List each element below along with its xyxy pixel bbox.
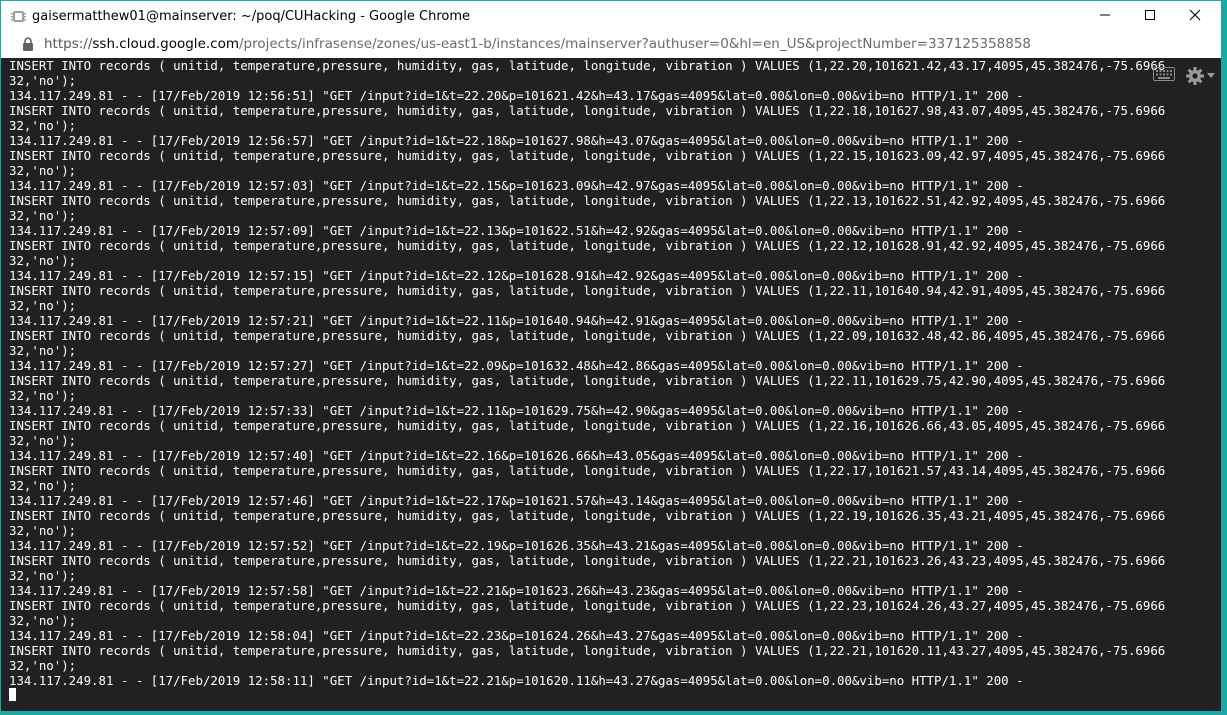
terminal-line: 134.117.249.81 - - [17/Feb/2019 12:57:15… xyxy=(9,268,1024,283)
terminal-line: 134.117.249.81 - - [17/Feb/2019 12:57:58… xyxy=(9,583,1024,598)
terminal-line: 32,'no'); xyxy=(9,73,77,88)
terminal-app-icon xyxy=(11,9,26,24)
terminal-line: 32,'no'); xyxy=(9,658,77,673)
terminal-line: 134.117.249.81 - - [17/Feb/2019 12:57:52… xyxy=(9,538,1024,553)
terminal-line: 134.117.249.81 - - [17/Feb/2019 12:57:33… xyxy=(9,403,1024,418)
terminal-line: 32,'no'); xyxy=(9,433,77,448)
browser-window: gaisermatthew01@mainserver: ~/poq/CUHack… xyxy=(0,0,1222,712)
url-path: /projects/infrasense/zones/us-east1-b/in… xyxy=(239,36,1032,52)
terminal-line: 134.117.249.81 - - [17/Feb/2019 12:56:57… xyxy=(9,133,1024,148)
terminal-line: 32,'no'); xyxy=(9,343,77,358)
terminal-line: 134.117.249.81 - - [17/Feb/2019 12:57:46… xyxy=(9,493,1024,508)
terminal-line: INSERT INTO records ( unitid, temperatur… xyxy=(9,373,1166,388)
window-title: gaisermatthew01@mainserver: ~/poq/CUHack… xyxy=(32,9,471,24)
terminal-line: 134.117.249.81 - - [17/Feb/2019 12:57:09… xyxy=(9,223,1024,238)
lock-icon[interactable] xyxy=(22,37,34,56)
url-scheme: https:// xyxy=(44,36,93,52)
terminal-line: 134.117.249.81 - - [17/Feb/2019 12:58:11… xyxy=(9,673,1024,688)
terminal-line: INSERT INTO records ( unitid, temperatur… xyxy=(9,148,1166,163)
close-icon xyxy=(1189,9,1201,25)
terminal-line: INSERT INTO records ( unitid, temperatur… xyxy=(9,643,1166,658)
terminal-line: 134.117.249.81 - - [17/Feb/2019 12:56:51… xyxy=(9,88,1024,103)
url-host: ssh.cloud.google.com xyxy=(92,36,239,52)
title-bar[interactable]: gaisermatthew01@mainserver: ~/poq/CUHack… xyxy=(1,1,1221,33)
terminal-line: INSERT INTO records ( unitid, temperatur… xyxy=(9,328,1166,343)
keyboard-icon[interactable] xyxy=(1153,66,1175,86)
terminal-output[interactable]: INSERT INTO records ( unitid, temperatur… xyxy=(1,58,1221,711)
terminal-line: 32,'no'); xyxy=(9,208,77,223)
terminal-line: INSERT INTO records ( unitid, temperatur… xyxy=(9,238,1166,253)
terminal-line: INSERT INTO records ( unitid, temperatur… xyxy=(9,553,1166,568)
terminal-line: INSERT INTO records ( unitid, temperatur… xyxy=(9,283,1166,298)
terminal-line: 32,'no'); xyxy=(9,298,77,313)
terminal-line: 32,'no'); xyxy=(9,253,77,268)
terminal-line: INSERT INTO records ( unitid, temperatur… xyxy=(9,103,1166,118)
terminal-line: 134.117.249.81 - - [17/Feb/2019 12:57:27… xyxy=(9,358,1024,373)
terminal-line: INSERT INTO records ( unitid, temperatur… xyxy=(9,598,1166,613)
terminal-line: 134.117.249.81 - - [17/Feb/2019 12:57:40… xyxy=(9,448,1024,463)
terminal-line: 32,'no'); xyxy=(9,118,77,133)
terminal-line: 32,'no'); xyxy=(9,163,77,178)
terminal-toolbar xyxy=(1153,66,1215,86)
address-bar[interactable]: https://ssh.cloud.google.com/projects/in… xyxy=(1,33,1221,57)
minimize-icon xyxy=(1099,9,1111,25)
terminal-line: 134.117.249.81 - - [17/Feb/2019 12:57:21… xyxy=(9,313,1024,328)
terminal-line: 32,'no'); xyxy=(9,613,77,628)
maximize-button[interactable] xyxy=(1127,1,1173,33)
terminal-line: 32,'no'); xyxy=(9,478,77,493)
terminal-line: 32,'no'); xyxy=(9,388,77,403)
minimize-button[interactable] xyxy=(1082,1,1128,33)
terminal-line: 32,'no'); xyxy=(9,568,77,583)
terminal-line: 32,'no'); xyxy=(9,523,77,538)
terminal-line: 134.117.249.81 - - [17/Feb/2019 12:57:03… xyxy=(9,178,1024,193)
terminal-cursor xyxy=(9,688,16,701)
terminal-line: INSERT INTO records ( unitid, temperatur… xyxy=(9,418,1166,433)
url-text[interactable]: https://ssh.cloud.google.com/projects/in… xyxy=(44,36,1031,52)
terminal-line: INSERT INTO records ( unitid, temperatur… xyxy=(9,193,1166,208)
terminal-line: INSERT INTO records ( unitid, temperatur… xyxy=(9,58,1166,73)
gear-icon[interactable] xyxy=(1185,66,1215,86)
terminal-lines: INSERT INTO records ( unitid, temperatur… xyxy=(9,58,1165,688)
close-button[interactable] xyxy=(1172,1,1218,33)
terminal-line: 134.117.249.81 - - [17/Feb/2019 12:58:04… xyxy=(9,628,1024,643)
terminal-line: INSERT INTO records ( unitid, temperatur… xyxy=(9,508,1166,523)
terminal-line: INSERT INTO records ( unitid, temperatur… xyxy=(9,463,1166,478)
maximize-icon xyxy=(1144,9,1156,25)
